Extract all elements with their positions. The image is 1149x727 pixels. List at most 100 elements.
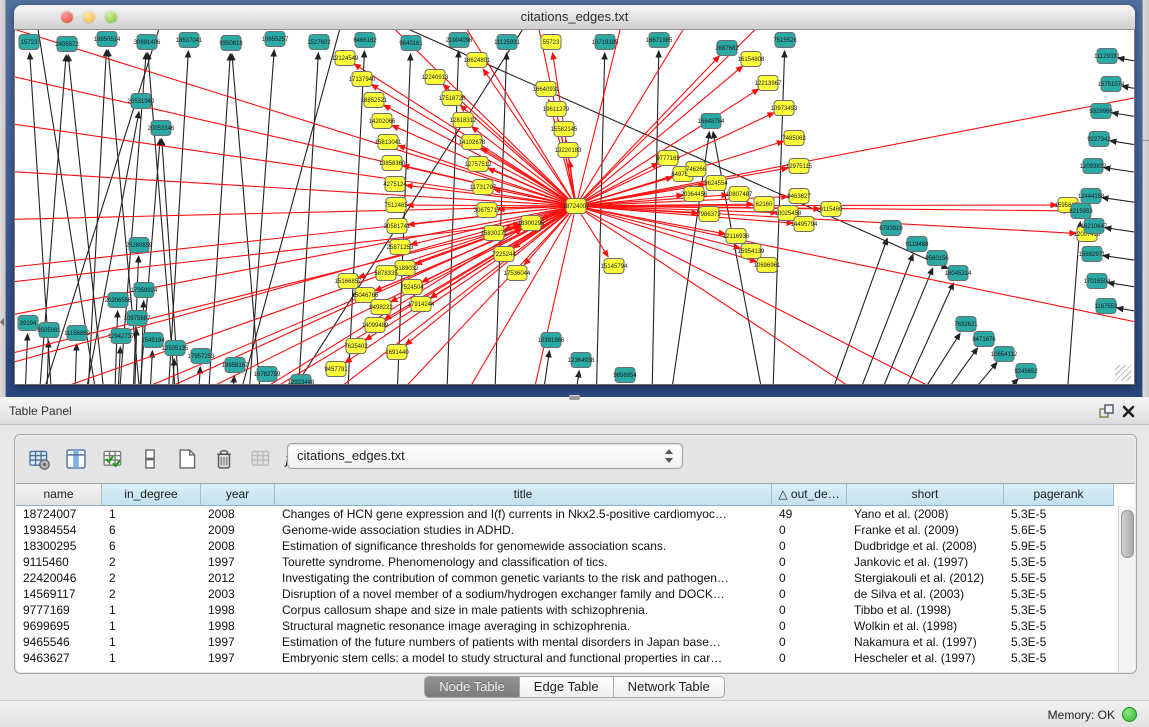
table-selector[interactable]: citations_edges.txt xyxy=(287,443,683,469)
column-header-pagerank[interactable]: pagerank xyxy=(1004,484,1114,506)
network-node[interactable]: 12975115 xyxy=(786,159,813,174)
network-node[interactable]: 14099489 xyxy=(362,318,389,333)
network-node[interactable]: 8505081 xyxy=(37,323,61,338)
table-row[interactable]: 969969511998Structural magnetic resonanc… xyxy=(16,618,1119,634)
network-node[interactable]: 10975887 xyxy=(124,311,151,326)
network-node[interactable]: 12505135 xyxy=(162,341,189,356)
table-row[interactable]: 946362711997Embryonic stem cells: a mode… xyxy=(16,650,1119,666)
network-node[interactable]: 14495794 xyxy=(791,217,818,232)
table-row[interactable]: 911546021997Tourette syndrome. Phenomeno… xyxy=(16,554,1119,570)
network-window-titlebar[interactable]: citations_edges.txt xyxy=(14,5,1135,30)
network-node[interactable]: 1691440 xyxy=(385,345,409,360)
network-node[interactable]: 9245652 xyxy=(1014,364,1038,379)
network-node[interactable]: 11731797 xyxy=(470,180,497,195)
network-node[interactable]: 5878335 xyxy=(374,266,398,281)
network-node[interactable]: 19611279 xyxy=(543,102,570,117)
table-row[interactable]: 1872400712008Changes of HCN gene express… xyxy=(16,506,1119,522)
network-node[interactable]: 25871253 xyxy=(387,240,414,255)
tab-edge-table[interactable]: Edge Table xyxy=(520,676,614,698)
network-node[interactable]: 12818312 xyxy=(450,113,477,128)
network-node[interactable]: 55723 xyxy=(541,35,561,50)
network-node[interactable]: 12116936 xyxy=(723,229,750,244)
network-node[interactable]: 20206556 xyxy=(105,293,132,308)
network-node[interactable]: 20531940 xyxy=(128,94,155,109)
network-node[interactable]: 1167553 xyxy=(1095,299,1119,314)
network-node[interactable]: 19958167 xyxy=(222,358,249,373)
network-node[interactable]: 12124549 xyxy=(332,51,359,66)
network-node[interactable]: 10807487 xyxy=(726,187,753,202)
network-node[interactable]: 15954139 xyxy=(738,244,765,259)
network-node[interactable]: 15692971 xyxy=(1079,247,1106,262)
network-node[interactable]: 30675717 xyxy=(474,203,501,218)
network-node[interactable]: 7512465 xyxy=(384,198,408,213)
network-node[interactable]: 16782759 xyxy=(254,367,281,382)
network-node[interactable]: 16671985 xyxy=(646,33,673,48)
network-node[interactable]: 18300295 xyxy=(518,216,545,231)
network-node[interactable]: 8471676 xyxy=(972,332,996,347)
network-node[interactable]: 6466162 xyxy=(353,33,377,48)
network-node[interactable]: 20364456 xyxy=(681,187,708,202)
network-canvas[interactable]: 18724007 18300295 12124549 17137940 18852521… xyxy=(15,30,1134,384)
network-node[interactable]: 17137940 xyxy=(349,72,376,87)
network-node[interactable]: 30581741 xyxy=(384,219,411,234)
network-node[interactable]: 12444158 xyxy=(1078,189,1105,204)
network-node[interactable]: 2887682 xyxy=(715,41,739,56)
network-node[interactable]: 17016504 xyxy=(1084,274,1111,289)
table-row[interactable]: 1830029562008Estimation of significance … xyxy=(16,538,1119,554)
network-node[interactable]: 9777169 xyxy=(656,151,680,166)
network-node[interactable]: 12364938 xyxy=(568,353,595,368)
network-node[interactable]: 11156869 xyxy=(64,326,90,341)
network-node[interactable]: 7515526 xyxy=(773,33,797,48)
network-node[interactable]: 18724007 xyxy=(563,199,590,214)
network-node[interactable]: 12240913 xyxy=(422,70,449,85)
network-node[interactable]: 17536044 xyxy=(504,266,531,281)
network-node[interactable]: 8215953 xyxy=(1069,204,1093,219)
network-node[interactable]: 15830271 xyxy=(481,226,508,241)
select-all-rows-button[interactable] xyxy=(99,445,127,473)
column-header-in_degree[interactable]: in_degree xyxy=(102,484,201,506)
network-node[interactable]: 18624801 xyxy=(464,53,491,68)
network-node[interactable]: 14202066 xyxy=(369,114,396,129)
network-node[interactable]: 7225244 xyxy=(492,247,516,262)
network-node[interactable]: 9640161 xyxy=(399,36,423,51)
network-node[interactable]: 18852521 xyxy=(361,93,388,108)
network-node[interactable]: 11129331 xyxy=(1094,49,1120,64)
network-node[interactable]: 16648784 xyxy=(698,114,725,129)
network-node[interactable]: 17914244 xyxy=(408,297,435,312)
network-node[interactable]: 7632621 xyxy=(954,317,978,332)
network-node[interactable]: 12923448 xyxy=(288,375,315,385)
network-node[interactable]: 2405572 xyxy=(55,37,79,52)
network-node[interactable]: 62160 xyxy=(754,197,774,212)
network-node[interactable]: 15813041 xyxy=(375,135,402,150)
network-node[interactable]: 10654112 xyxy=(991,347,1018,362)
network-node[interactable]: 15582145 xyxy=(551,122,578,137)
network-node[interactable]: 9560156 xyxy=(925,251,949,266)
network-node[interactable]: 3624554 xyxy=(704,176,728,191)
network-node[interactable]: 9457791 xyxy=(324,362,348,377)
column-header-short[interactable]: short xyxy=(847,484,1004,506)
network-node[interactable]: 16210647 xyxy=(1081,219,1108,234)
network-node[interactable]: 12942737 xyxy=(108,329,135,344)
import-table-button[interactable] xyxy=(247,445,275,473)
network-node[interactable]: 17359924 xyxy=(131,283,158,298)
network-node[interactable]: 21904098 xyxy=(446,33,473,48)
network-node[interactable]: 18045314 xyxy=(945,266,972,281)
network-node[interactable]: 12757512 xyxy=(465,157,492,172)
network-node[interactable]: 10391866 xyxy=(538,333,565,348)
network-node[interactable]: 7485063 xyxy=(782,131,806,146)
table-scrollbar[interactable] xyxy=(1118,506,1135,672)
table-row[interactable]: 2242004622012Investigating the contribut… xyxy=(16,570,1119,586)
network-node[interactable]: 9329966 xyxy=(1089,104,1113,119)
tab-network-table[interactable]: Network Table xyxy=(614,676,725,698)
network-node[interactable]: 14102678 xyxy=(459,135,486,150)
table-row[interactable]: 1456911722003Disruption of a novel membe… xyxy=(16,586,1119,602)
network-node[interactable]: 16154808 xyxy=(738,52,765,67)
network-node[interactable]: 18637041 xyxy=(176,33,203,48)
table-row[interactable]: 1938455462009Genome-wide association stu… xyxy=(16,522,1119,538)
network-node[interactable]: 30691406 xyxy=(134,35,161,50)
tab-node-table[interactable]: Node Table xyxy=(424,676,520,698)
network-node[interactable]: 18850514 xyxy=(94,32,121,47)
network-node[interactable]: 7524504 xyxy=(400,280,424,295)
network-node[interactable]: 4275124 xyxy=(383,177,407,192)
network-node[interactable]: 746266 xyxy=(686,162,707,177)
